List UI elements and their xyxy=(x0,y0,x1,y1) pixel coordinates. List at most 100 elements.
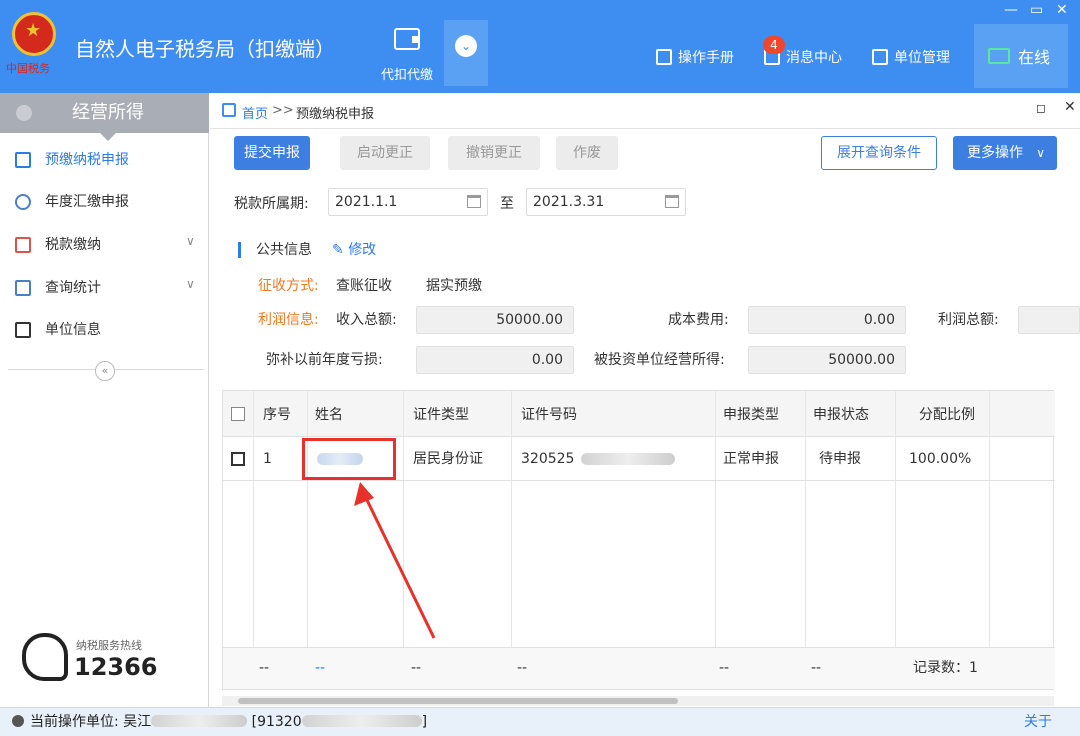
sidebar-item-unit-info[interactable]: 单位信息 xyxy=(0,309,209,351)
home-icon xyxy=(222,103,236,117)
breadcrumb-current: 预缴纳税申报 xyxy=(296,107,375,122)
unit-management-button[interactable]: 单位管理 xyxy=(872,48,950,68)
select-all-checkbox[interactable] xyxy=(231,407,245,421)
maximize-button[interactable]: ▭ xyxy=(1030,2,1043,18)
scrollbar-thumb[interactable] xyxy=(238,698,678,704)
income-total-label: 收入总额: xyxy=(336,312,397,328)
redacted-unit-name xyxy=(151,715,248,727)
restore-panel-button[interactable]: ◻ xyxy=(1036,101,1046,115)
loss-field[interactable]: 0.00 xyxy=(416,346,574,374)
profit-total-label: 利润总额: xyxy=(938,312,999,328)
list-icon xyxy=(15,322,31,338)
void-button[interactable]: 作废 xyxy=(556,136,618,170)
row-index: 1 xyxy=(263,451,272,467)
manual-button[interactable]: 操作手册 xyxy=(656,48,734,68)
column-header-name: 姓名 xyxy=(315,407,343,423)
table-footer: -- -- -- -- -- -- 记录数：1 xyxy=(223,647,1055,689)
yuan-icon xyxy=(15,194,31,210)
monitor-icon xyxy=(988,48,1010,64)
form-icon xyxy=(15,152,31,168)
coins-icon xyxy=(16,105,32,121)
prepay-method-value: 据实预缴 xyxy=(426,278,482,294)
invest-income-label: 被投资单位经营所得: xyxy=(594,352,725,368)
column-header-id-type: 证件类型 xyxy=(413,407,469,423)
row-id-prefix: 320525 xyxy=(521,451,575,467)
cost-label: 成本费用: xyxy=(668,312,729,328)
sidebar: 经营所得 预缴纳税申报 年度汇缴申报 税款缴纳 ∨ 查询统计 ∨ 单位信息 « … xyxy=(0,93,209,707)
minimize-button[interactable]: — xyxy=(1004,2,1018,18)
table-header: 序号 姓名 证件类型 证件号码 申报类型 申报状态 分配比例 xyxy=(223,391,1055,437)
section-marker xyxy=(238,242,241,258)
column-header-decl-type: 申报类型 xyxy=(723,407,779,423)
app-header: ★ 中国税务 自然人电子税务局（扣缴端） 代扣代缴 ⌄ 操作手册 消息中心 4 … xyxy=(0,0,1080,93)
more-actions-button[interactable]: 更多操作 ∨ xyxy=(953,136,1057,170)
user-icon xyxy=(12,715,24,727)
service-hotline: 纳税服务热线 12366 xyxy=(22,633,192,683)
chevron-down-icon: ∨ xyxy=(186,277,195,291)
message-count-badge: 4 xyxy=(763,36,785,54)
payment-icon xyxy=(15,237,31,253)
highlight-box xyxy=(302,438,396,480)
income-total-field[interactable]: 50000.00 xyxy=(416,306,574,334)
sidebar-item-query-stats[interactable]: 查询统计 ∨ xyxy=(0,267,209,309)
period-label: 税款所属期: xyxy=(234,196,309,212)
expand-query-button[interactable]: 展开查询条件 xyxy=(821,136,937,170)
profit-total-field[interactable] xyxy=(1018,306,1080,334)
period-from-field[interactable]: 2021.1.1 xyxy=(328,188,488,216)
period-to-label: 至 xyxy=(500,196,514,212)
app-title: 自然人电子税务局（扣缴端） xyxy=(75,37,335,61)
period-to-field[interactable]: 2021.3.31 xyxy=(526,188,686,216)
column-header-id-number: 证件号码 xyxy=(521,407,577,423)
status-bar: 当前操作单位: 吴江 [91320] 关于 xyxy=(0,707,1080,736)
column-header-decl-status: 申报状态 xyxy=(813,407,869,423)
report-icon xyxy=(15,280,31,296)
edit-public-info-link[interactable]: ✎ 修改 xyxy=(332,240,376,260)
calendar-icon xyxy=(467,195,481,208)
main-panel: 提交申报 启动更正 撤销更正 作废 展开查询条件 更多操作 ∨ 税款所属期: 20… xyxy=(210,130,1080,707)
calendar-icon xyxy=(665,195,679,208)
horizontal-scrollbar[interactable] xyxy=(222,696,1054,706)
row-ratio: 100.00% xyxy=(909,451,972,467)
wallet-icon xyxy=(394,28,420,50)
redacted-unit-code xyxy=(301,715,422,727)
current-unit-text: 当前操作单位: 吴江 [91320] xyxy=(30,714,428,730)
withhold-nav-button[interactable]: 代扣代缴 xyxy=(372,22,442,86)
chevron-down-icon: ⌄ xyxy=(455,35,477,57)
about-link[interactable]: 关于 xyxy=(1024,712,1052,732)
submit-declaration-button[interactable]: 提交申报 xyxy=(234,136,310,170)
start-correction-button[interactable]: 启动更正 xyxy=(340,136,430,170)
chevron-down-icon: ∨ xyxy=(186,234,195,248)
breadcrumb: 首页 >> 预缴纳税申报 ◻ ✕ xyxy=(210,93,1080,129)
online-status-button[interactable]: 在线 xyxy=(974,24,1068,88)
edit-icon: ✎ xyxy=(332,242,344,258)
close-panel-button[interactable]: ✕ xyxy=(1064,99,1076,115)
chevron-down-icon: ∨ xyxy=(1036,146,1045,160)
loss-label: 弥补以前年度亏损: xyxy=(266,352,383,368)
sidebar-item-annual-declaration[interactable]: 年度汇缴申报 xyxy=(0,181,209,223)
public-info-title: 公共信息 xyxy=(256,242,312,258)
invest-income-field[interactable]: 50000.00 xyxy=(748,346,906,374)
red-arrow-icon xyxy=(354,482,436,639)
sidebar-header: 经营所得 xyxy=(0,93,209,141)
row-id-type: 居民身份证 xyxy=(413,451,483,467)
sidebar-item-tax-payment[interactable]: 税款缴纳 ∨ xyxy=(0,224,209,266)
column-header-ratio: 分配比例 xyxy=(919,407,975,423)
collect-method-value: 查账征收 xyxy=(336,278,392,294)
collect-method-label: 征收方式: xyxy=(258,278,319,294)
cancel-correction-button[interactable]: 撤销更正 xyxy=(448,136,540,170)
close-button[interactable]: ✕ xyxy=(1056,2,1068,18)
breadcrumb-home-link[interactable]: 首页 xyxy=(242,103,268,122)
headset-icon xyxy=(22,633,68,681)
row-decl-status: 待申报 xyxy=(819,451,861,467)
column-header-index: 序号 xyxy=(263,407,291,423)
tax-emblem-logo: ★ 中国税务 xyxy=(6,12,60,75)
sidebar-item-prepay-declaration[interactable]: 预缴纳税申报 xyxy=(0,139,209,181)
cost-field[interactable]: 0.00 xyxy=(748,306,906,334)
nav-expand-button[interactable]: ⌄ xyxy=(444,20,488,86)
building-icon xyxy=(872,49,888,65)
row-decl-type: 正常申报 xyxy=(723,451,779,467)
collapse-sidebar-button[interactable]: « xyxy=(95,361,115,381)
record-count: 记录数：1 xyxy=(913,660,978,676)
row-checkbox[interactable] xyxy=(231,452,245,466)
redacted-id-number xyxy=(581,453,675,465)
